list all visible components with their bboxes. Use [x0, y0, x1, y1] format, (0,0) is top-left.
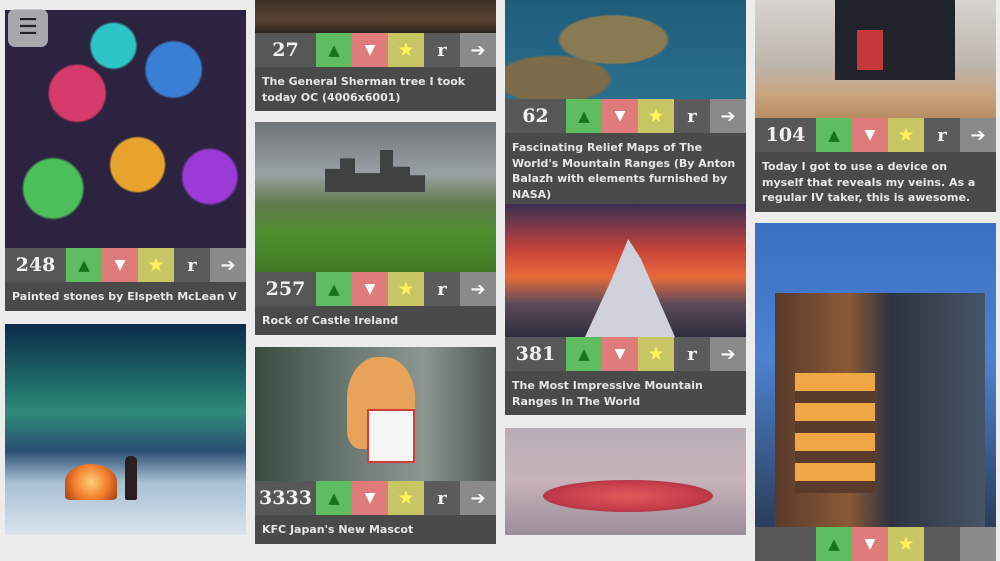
favorite-button[interactable]: ★: [638, 337, 674, 371]
reddit-button[interactable]: r: [424, 33, 460, 67]
open-arrow-button[interactable]: [960, 527, 996, 561]
upvote-button[interactable]: ▲: [316, 33, 352, 67]
favorite-button[interactable]: ★: [388, 272, 424, 306]
reddit-button[interactable]: [924, 527, 960, 561]
reddit-button[interactable]: r: [674, 337, 710, 371]
open-arrow-button[interactable]: ➔: [460, 272, 496, 306]
lenticular-cloud: [543, 480, 713, 512]
post-card-relief-maps: 62 ▲ ▼ ★ r ➔ Fascinating Relief Maps of …: [505, 0, 746, 208]
reddit-button[interactable]: r: [424, 481, 460, 515]
open-arrow-button[interactable]: ➔: [460, 33, 496, 67]
post-title[interactable]: Fascinating Relief Maps of The World's M…: [505, 133, 746, 208]
upvote-button[interactable]: ▲: [316, 272, 352, 306]
score-count: 381: [505, 337, 566, 371]
matterhorn-peak: [585, 239, 675, 337]
post-image[interactable]: [5, 324, 246, 535]
vote-bar: 248 ▲ ▼ ★ r ➔: [5, 248, 246, 282]
reddit-button[interactable]: r: [924, 118, 960, 152]
post-card-lenticular-cloud: [505, 428, 746, 535]
castle-silhouette: [325, 150, 425, 192]
post-title[interactable]: Painted stones by Elspeth McLean V: [5, 282, 246, 311]
open-arrow-button[interactable]: ➔: [960, 118, 996, 152]
upvote-button[interactable]: ▲: [316, 481, 352, 515]
post-image[interactable]: [255, 122, 496, 272]
downvote-button[interactable]: ▼: [852, 118, 888, 152]
downvote-button[interactable]: ▼: [852, 527, 888, 561]
score-count: 104: [755, 118, 816, 152]
upvote-button[interactable]: ▲: [566, 99, 602, 133]
post-card-sherman-tree: 27 ▲ ▼ ★ r ➔ The General Sherman tree I …: [255, 0, 496, 111]
post-image[interactable]: [755, 223, 996, 527]
favorite-button[interactable]: ★: [388, 33, 424, 67]
favorite-button[interactable]: ★: [888, 118, 924, 152]
upvote-button[interactable]: ▲: [566, 337, 602, 371]
post-title[interactable]: The Most Impressive Mountain Ranges In T…: [505, 371, 746, 415]
vein-projection: [857, 30, 883, 70]
person-silhouette: [125, 456, 137, 500]
post-card-kfc-mascot: 3333 ▲ ▼ ★ r ➔ KFC Japan's New Mascot: [255, 347, 496, 544]
vote-bar: 62 ▲ ▼ ★ r ➔: [505, 99, 746, 133]
hamburger-menu-icon: ☰: [18, 15, 38, 40]
post-image[interactable]: [255, 0, 496, 33]
mascot-apron: [367, 409, 415, 463]
post-title[interactable]: Rock of Castle Ireland: [255, 306, 496, 335]
downvote-button[interactable]: ▼: [352, 272, 388, 306]
post-image[interactable]: [505, 204, 746, 337]
favorite-button[interactable]: ★: [138, 248, 174, 282]
open-arrow-button[interactable]: ➔: [210, 248, 246, 282]
vote-bar: 381 ▲ ▼ ★ r ➔: [505, 337, 746, 371]
post-title[interactable]: Today I got to use a device on myself th…: [755, 152, 996, 212]
post-card-vein-device: 104 ▲ ▼ ★ r ➔ Today I got to use a devic…: [755, 0, 996, 212]
open-arrow-button[interactable]: ➔: [710, 99, 746, 133]
score-count: 3333: [255, 481, 316, 515]
upvote-button[interactable]: ▲: [66, 248, 102, 282]
person-torso: [835, 0, 955, 80]
score-count: 27: [255, 33, 316, 67]
favorite-button[interactable]: ★: [388, 481, 424, 515]
vote-bar: 257 ▲ ▼ ★ r ➔: [255, 272, 496, 306]
post-card-painted-stones: 248 ▲ ▼ ★ r ➔ Painted stones by Elspeth …: [5, 10, 246, 311]
post-card-mountain-ranges: 381 ▲ ▼ ★ r ➔ The Most Impressive Mounta…: [505, 204, 746, 415]
post-image[interactable]: [755, 0, 996, 118]
score-count: [755, 527, 816, 561]
downvote-button[interactable]: ▼: [602, 99, 638, 133]
vote-bar: ▲ ▼ ★: [755, 527, 996, 561]
upvote-button[interactable]: ▲: [816, 118, 852, 152]
post-card-container-building: ▲ ▼ ★: [755, 223, 996, 561]
downvote-button[interactable]: ▼: [352, 33, 388, 67]
score-count: 62: [505, 99, 566, 133]
post-image[interactable]: [505, 428, 746, 535]
post-title[interactable]: KFC Japan's New Mascot: [255, 515, 496, 544]
vote-bar: 27 ▲ ▼ ★ r ➔: [255, 33, 496, 67]
vote-bar: 3333 ▲ ▼ ★ r ➔: [255, 481, 496, 515]
post-image[interactable]: [255, 347, 496, 481]
post-card-aurora: [5, 324, 246, 535]
favorite-button[interactable]: ★: [638, 99, 674, 133]
downvote-button[interactable]: ▼: [102, 248, 138, 282]
menu-button[interactable]: ☰: [8, 9, 48, 47]
downvote-button[interactable]: ▼: [602, 337, 638, 371]
favorite-button[interactable]: ★: [888, 527, 924, 561]
downvote-button[interactable]: ▼: [352, 481, 388, 515]
score-count: 257: [255, 272, 316, 306]
post-card-rock-of-cashel: 257 ▲ ▼ ★ r ➔ Rock of Castle Ireland: [255, 122, 496, 335]
reddit-button[interactable]: r: [174, 248, 210, 282]
open-arrow-button[interactable]: ➔: [460, 481, 496, 515]
vote-bar: 104 ▲ ▼ ★ r ➔: [755, 118, 996, 152]
post-image[interactable]: [505, 0, 746, 99]
tent-glow: [65, 464, 117, 500]
open-arrow-button[interactable]: ➔: [710, 337, 746, 371]
upvote-button[interactable]: ▲: [816, 527, 852, 561]
reddit-button[interactable]: r: [424, 272, 460, 306]
score-count: 248: [5, 248, 66, 282]
post-title[interactable]: The General Sherman tree I took today OC…: [255, 67, 496, 111]
lit-windows: [795, 373, 875, 493]
reddit-button[interactable]: r: [674, 99, 710, 133]
